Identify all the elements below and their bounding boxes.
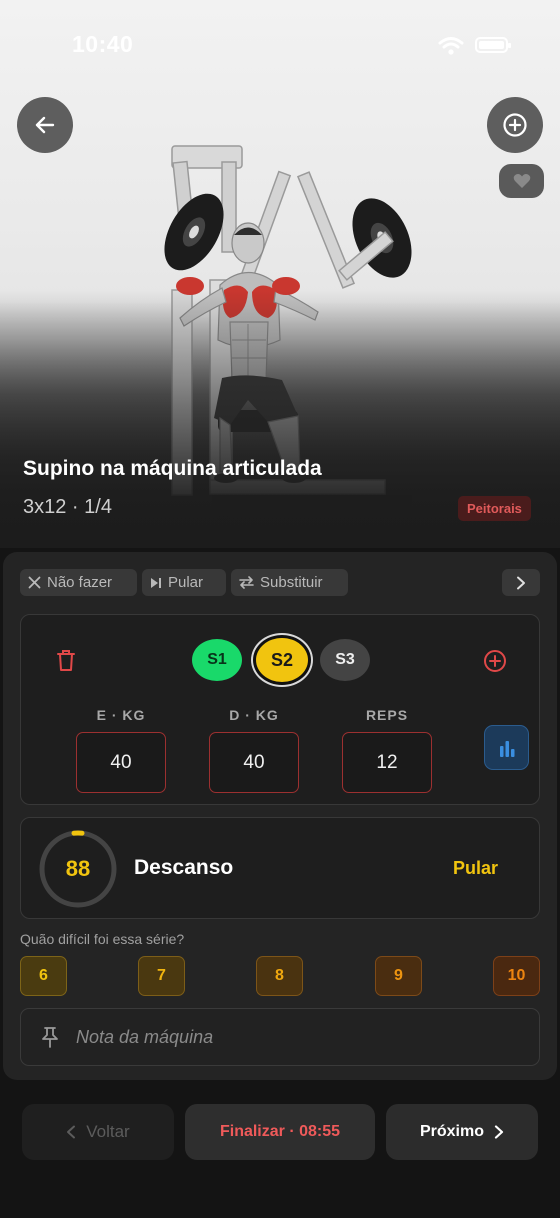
reps-input[interactable]: 12 <box>342 732 432 793</box>
note-placeholder: Nota da máquina <box>76 1027 214 1047</box>
battery-icon <box>475 37 511 53</box>
wifi-icon <box>438 37 464 55</box>
next-button[interactable]: Próximo <box>386 1104 538 1160</box>
exercise-subtitle: 3x12 · 1/4 <box>23 496 112 518</box>
set-pill-s2-label: S2 <box>256 638 308 682</box>
favorite-button[interactable] <box>499 164 544 198</box>
back-button[interactable] <box>17 97 73 153</box>
right-kg-label: D · KG <box>229 707 279 723</box>
rpe-question: Quão difícil foi essa série? <box>20 931 185 947</box>
previous-label: Voltar <box>86 1122 130 1141</box>
rpe-option-9[interactable]: 9 <box>375 956 422 996</box>
rest-label: Descanso <box>134 856 234 879</box>
action-chips: Não fazer Pular Substituir <box>20 569 540 596</box>
more-actions-button[interactable] <box>502 569 540 596</box>
left-kg-input[interactable]: 40 <box>76 732 166 793</box>
previous-button[interactable]: Voltar <box>22 1104 174 1160</box>
status-time: 10:40 <box>72 31 134 57</box>
set-pill-s1[interactable]: S1 <box>192 639 242 681</box>
swap-icon <box>239 576 254 589</box>
skip-chip[interactable]: Pular <box>142 569 226 596</box>
set-card: S1 S2 S3 E · KG D · KG REPS 40 40 12 <box>20 614 540 805</box>
rpe-option-6[interactable]: 6 <box>20 956 67 996</box>
history-chart-button[interactable] <box>484 725 529 770</box>
trash-icon[interactable] <box>55 648 77 672</box>
status-bar: 10:40 <box>0 0 560 90</box>
arrow-left-icon <box>35 116 55 134</box>
bar-chart-icon <box>499 740 514 757</box>
set-pill-s2-active[interactable]: S2 <box>251 633 313 687</box>
chevron-right-icon <box>517 576 525 589</box>
skip-forward-icon <box>151 577 161 588</box>
chevron-right-icon <box>494 1125 504 1139</box>
set-pill-s3[interactable]: S3 <box>320 639 370 681</box>
pin-icon <box>42 1027 58 1048</box>
plus-circle-icon <box>503 113 527 137</box>
rpe-option-10[interactable]: 10 <box>493 956 540 996</box>
rest-timer-card: 88 Descanso Pular <box>20 817 540 919</box>
skip-exercise-label: Não fazer <box>47 574 113 591</box>
next-label: Próximo <box>419 1123 484 1140</box>
reps-label: REPS <box>365 707 409 723</box>
add-set-icon[interactable] <box>483 649 507 673</box>
finish-workout-button[interactable]: Finalizar · 08:55 <box>185 1104 375 1160</box>
rpe-option-8[interactable]: 8 <box>256 956 303 996</box>
rest-seconds: 88 <box>65 856 91 881</box>
set-panel: Não fazer Pular Substituir S1 S2 S3 E · … <box>3 552 557 1080</box>
substitute-chip[interactable]: Substituir <box>231 569 348 596</box>
add-exercise-button[interactable] <box>487 97 543 153</box>
substitute-label: Substituir <box>260 574 323 591</box>
skip-label: Pular <box>168 574 204 591</box>
muscle-badge: Peitorais <box>458 496 531 521</box>
exercise-title: Supino na máquina articulada <box>23 457 322 480</box>
rpe-option-7[interactable]: 7 <box>138 956 185 996</box>
exercise-hero: 10:40 Supino na máquina articulada 3x12 … <box>0 0 560 548</box>
skip-exercise-chip[interactable]: Não fazer <box>20 569 137 596</box>
right-kg-input[interactable]: 40 <box>209 732 299 793</box>
close-icon <box>28 576 41 589</box>
left-kg-label: E · KG <box>96 707 146 723</box>
chevron-left-icon <box>67 1125 76 1139</box>
machine-note-input[interactable]: Nota da máquina <box>20 1008 540 1066</box>
heart-icon <box>513 174 530 188</box>
skip-rest-button[interactable]: Pular <box>453 858 498 879</box>
